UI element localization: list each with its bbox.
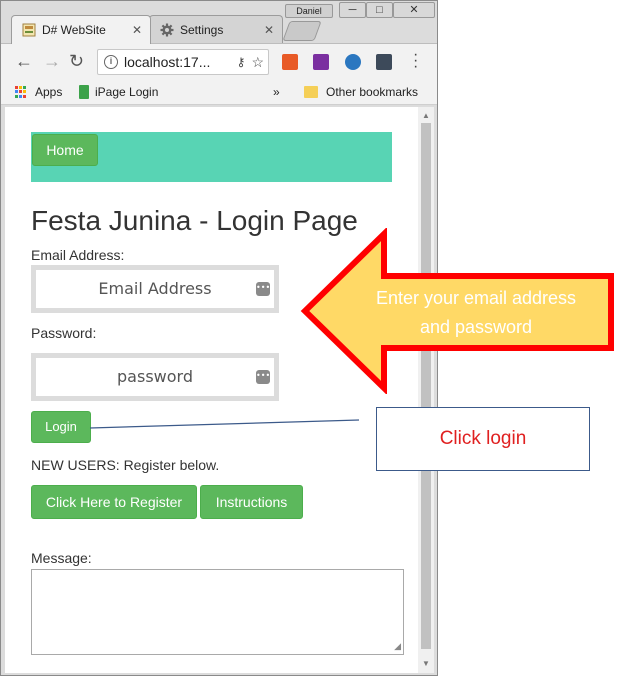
bookmark-apps-label: Apps: [35, 85, 63, 99]
star-icon[interactable]: ☆: [251, 54, 264, 71]
back-arrow-icon[interactable]: ←: [15, 52, 33, 70]
password-manager-icon[interactable]: •••: [256, 282, 270, 296]
email-placeholder: Email Address: [98, 279, 212, 298]
forward-arrow-icon[interactable]: →: [43, 52, 61, 70]
tab-website-label: D# WebSite: [42, 23, 106, 37]
onenote-extension-icon[interactable]: [313, 54, 329, 70]
minimize-button[interactable]: ─: [339, 2, 366, 18]
site-navbar: Home: [31, 132, 392, 182]
terminal-extension-icon[interactable]: [376, 54, 392, 70]
bookmark-other-label: Other bookmarks: [326, 85, 419, 99]
password-manager-icon[interactable]: •••: [256, 370, 270, 384]
annotation-callout: Click login: [376, 407, 590, 471]
close-icon[interactable]: ✕: [132, 23, 142, 37]
address-url: localhost:17...: [124, 54, 211, 70]
new-users-text: NEW USERS: Register below.: [31, 457, 220, 473]
gear-icon: [160, 23, 174, 37]
key-icon[interactable]: ⚷: [237, 55, 246, 69]
tab-website[interactable]: D# WebSite ✕: [11, 15, 151, 44]
info-icon[interactable]: i: [104, 55, 118, 69]
login-button[interactable]: Login: [31, 411, 91, 443]
title-bar: D# WebSite ✕ Settings ✕ Daniel ─ □ ✕: [1, 1, 437, 44]
bookmarks-bar: Apps iPage Login » Other bookmarks: [1, 79, 437, 105]
resize-grip-icon[interactable]: ◢: [394, 641, 401, 652]
profile-badge[interactable]: Daniel: [285, 4, 333, 18]
maximize-button[interactable]: □: [366, 2, 393, 18]
new-tab-button[interactable]: [282, 21, 322, 41]
apps-grid-icon: [15, 86, 27, 98]
annotation-arrow-line2: and password: [419, 317, 533, 337]
tab-settings-label: Settings: [180, 23, 224, 37]
scroll-up-icon[interactable]: ▲: [422, 111, 430, 120]
website-favicon-icon: [22, 23, 36, 37]
tab-settings[interactable]: Settings ✕: [149, 15, 283, 44]
annotation-callout-text: Click login: [439, 428, 527, 449]
menu-icon[interactable]: · · ·: [413, 47, 418, 75]
close-icon[interactable]: ✕: [264, 23, 274, 37]
instructions-button[interactable]: Instructions: [200, 485, 303, 519]
password-field[interactable]: password •••: [31, 353, 279, 401]
bookmark-ipage[interactable]: iPage Login: [79, 85, 158, 99]
annotation-arrow-text: Enter your email address and password: [349, 284, 603, 342]
bookmark-ipage-label: iPage Login: [95, 85, 159, 99]
scroll-down-icon[interactable]: ▼: [422, 659, 430, 668]
password-label: Password:: [31, 325, 97, 341]
bookmark-other[interactable]: Other bookmarks: [304, 85, 418, 99]
register-button[interactable]: Click Here to Register: [31, 485, 197, 519]
home-button[interactable]: Home: [32, 134, 98, 166]
close-window-button[interactable]: ✕: [393, 2, 435, 18]
address-bar[interactable]: i localhost:17... ⚷ ☆: [97, 49, 269, 75]
email-label: Email Address:: [31, 247, 125, 263]
ipage-icon: [79, 85, 89, 99]
email-field[interactable]: Email Address •••: [31, 265, 279, 313]
office-extension-icon[interactable]: [282, 54, 298, 70]
message-label: Message:: [31, 550, 92, 566]
browser-toolbar: ← → ↻ i localhost:17... ⚷ ☆ · · ·: [1, 43, 437, 79]
reload-icon[interactable]: ↻: [69, 52, 84, 70]
bookmark-apps[interactable]: Apps: [15, 85, 62, 99]
shield-extension-icon[interactable]: [345, 54, 361, 70]
folder-icon: [304, 86, 318, 98]
password-placeholder: password: [117, 367, 193, 386]
bookmarks-overflow[interactable]: »: [273, 85, 280, 99]
message-textarea[interactable]: ◢: [31, 569, 404, 655]
annotation-arrow-line1: Enter your email address: [375, 288, 577, 308]
